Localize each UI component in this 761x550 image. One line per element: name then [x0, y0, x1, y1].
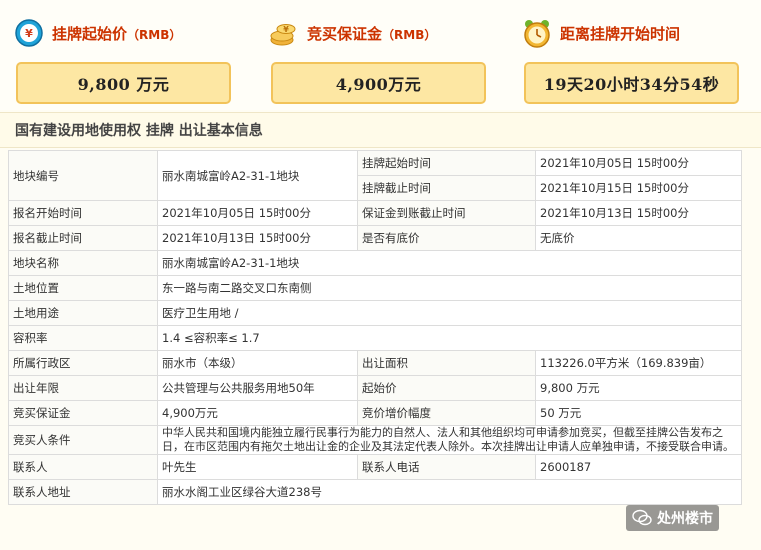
countdown-card: 距离挂牌开始时间 19天20小时34分54秒 [522, 14, 752, 104]
deposit-unit: （RMB） [382, 27, 437, 42]
plot-name-value: 丽水南城富岭A2-31-1地块 [157, 250, 742, 276]
countdown-value: 19天20小时34分54秒 [524, 62, 739, 104]
location-value: 东一路与南二路交叉口东南侧 [157, 275, 742, 301]
countdown-title: 距离挂牌开始时间 [560, 24, 681, 43]
clock-price-icon: ¥ [15, 19, 43, 47]
phone-value: 2600187 [535, 454, 742, 480]
coins-icon: ¥ [270, 24, 296, 46]
district-label: 所属行政区 [8, 350, 158, 376]
plot-no-value: 丽水南城富岭A2-31-1地块 [157, 150, 358, 201]
signup-start-value: 2021年10月05日 15时00分 [157, 200, 358, 226]
svg-text:¥: ¥ [25, 27, 33, 40]
deposit-row-value: 4,900万元 [157, 400, 358, 426]
phone-label: 联系人电话 [357, 454, 536, 480]
start-price-row-label: 起始价 [357, 375, 536, 401]
area-label: 出让面积 [357, 350, 536, 376]
plot-no-label: 地块编号 [8, 150, 158, 201]
start-price-card: ¥ 挂牌起始价（RMB） 9,800 万元 [14, 14, 244, 104]
table-row: 出让年限 公共管理与公共服务用地50年 起始价 9,800 万元 [8, 375, 742, 401]
district-value: 丽水市（本级） [157, 350, 358, 376]
signup-end-value: 2021年10月13日 15时00分 [157, 225, 358, 251]
deposit-row-label: 竞买保证金 [8, 400, 158, 426]
signup-start-label: 报名开始时间 [8, 200, 158, 226]
bidder-value: 中华人民共和国境内能独立履行民事行为能力的自然人、法人和其他组织均可申请参加竞买… [157, 425, 742, 455]
plot-name-label: 地块名称 [8, 250, 158, 276]
listing-end-label: 挂牌截止时间 [357, 175, 536, 201]
table-row: 竞买保证金 4,900万元 竞价增价幅度 50 万元 [8, 400, 742, 426]
table-row: 容积率 1.4 ≤容积率≤ 1.7 [8, 325, 742, 351]
table-row: 地块名称 丽水南城富岭A2-31-1地块 [8, 250, 742, 276]
table-row: 土地位置 东一路与南二路交叉口东南侧 [8, 275, 742, 301]
wechat-icon [632, 509, 652, 526]
address-label: 联系人地址 [8, 479, 158, 505]
term-label: 出让年限 [8, 375, 158, 401]
far-label: 容积率 [8, 325, 158, 351]
address-value: 丽水水阁工业区绿谷大道238号 [157, 479, 742, 505]
section-title: 国有建设用地使用权 挂牌 出让基本信息 [0, 112, 761, 148]
start-price-value: 9,800 万元 [16, 62, 231, 104]
watermark-text: 处州楼市 [657, 511, 713, 527]
reserve-value: 无底价 [535, 225, 742, 251]
listing-start-label: 挂牌起始时间 [357, 150, 536, 176]
table-row: 所属行政区 丽水市（本级） 出让面积 113226.0平方米（169.839亩） [8, 350, 742, 376]
bidder-label: 竞买人条件 [8, 425, 158, 455]
watermark: 处州楼市 [626, 505, 719, 531]
signup-end-label: 报名截止时间 [8, 225, 158, 251]
area-value: 113226.0平方米（169.839亩） [535, 350, 742, 376]
listing-end-value: 2021年10月15日 15时00分 [535, 175, 742, 201]
table-row: 竞买人条件 中华人民共和国境内能独立履行民事行为能力的自然人、法人和其他组织均可… [8, 425, 742, 455]
far-value: 1.4 ≤容积率≤ 1.7 [157, 325, 742, 351]
location-label: 土地位置 [8, 275, 158, 301]
deposit-title: 竞买保证金 [307, 24, 383, 43]
table-row: 土地用途 医疗卫生用地 / [8, 300, 742, 326]
table-row: 报名开始时间 2021年10月05日 15时00分 保证金到账截止时间 2021… [8, 200, 742, 226]
alarm-clock-icon [524, 20, 550, 48]
start-price-row-value: 9,800 万元 [535, 375, 742, 401]
reserve-label: 是否有底价 [357, 225, 536, 251]
contact-label: 联系人 [8, 454, 158, 480]
svg-text:¥: ¥ [283, 25, 289, 34]
increment-value: 50 万元 [535, 400, 742, 426]
deposit-card: ¥ 竞买保证金（RMB） 4,900万元 [269, 14, 499, 104]
table-row: 报名截止时间 2021年10月13日 15时00分 是否有底价 无底价 [8, 225, 742, 251]
contact-value: 叶先生 [157, 454, 358, 480]
start-price-unit: （RMB） [127, 27, 182, 42]
table-row: 地块编号 丽水南城富岭A2-31-1地块 挂牌起始时间 2021年10月05日 … [8, 150, 742, 201]
usage-label: 土地用途 [8, 300, 158, 326]
table-row: 联系人 叶先生 联系人电话 2600187 [8, 454, 742, 480]
deposit-deadline-value: 2021年10月13日 15时00分 [535, 200, 742, 226]
summary-bar: ¥ 挂牌起始价（RMB） 9,800 万元 ¥ 竞买保证金（RMB） 4,900… [0, 0, 761, 110]
listing-start-value: 2021年10月05日 15时00分 [535, 150, 742, 176]
term-value: 公共管理与公共服务用地50年 [157, 375, 358, 401]
usage-value: 医疗卫生用地 / [157, 300, 742, 326]
increment-label: 竞价增价幅度 [357, 400, 536, 426]
land-info-table: 地块编号 丽水南城富岭A2-31-1地块 挂牌起始时间 2021年10月05日 … [8, 150, 742, 505]
deposit-value: 4,900万元 [271, 62, 486, 104]
table-row: 联系人地址 丽水水阁工业区绿谷大道238号 [8, 479, 742, 505]
start-price-title: 挂牌起始价 [52, 24, 128, 43]
deposit-deadline-label: 保证金到账截止时间 [357, 200, 536, 226]
